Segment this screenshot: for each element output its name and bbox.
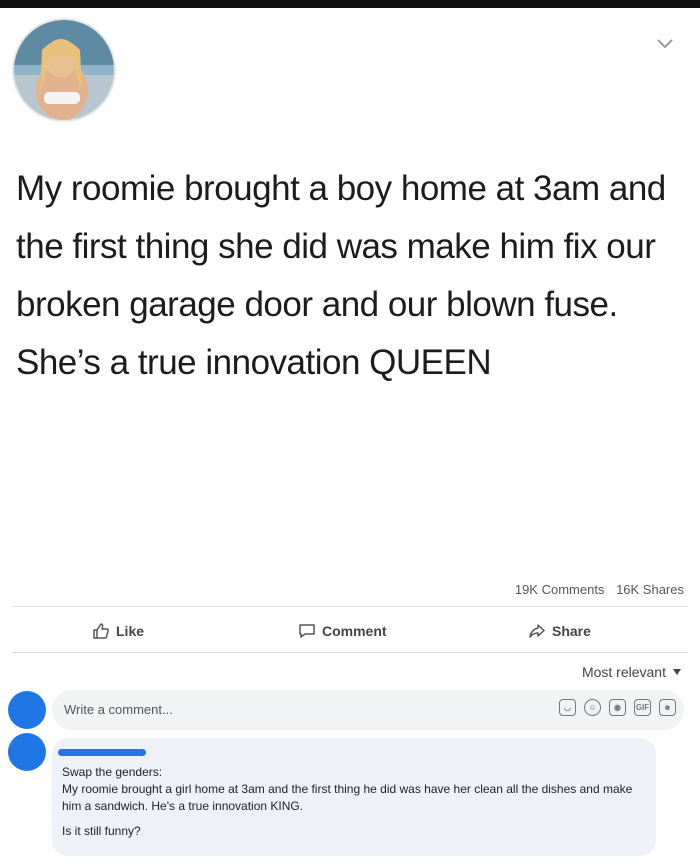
divider [12,652,688,653]
avatar[interactable] [8,691,46,729]
thumbs-up-icon [93,623,109,639]
chevron-down-icon[interactable] [656,38,674,50]
share-button[interactable]: Share [528,622,591,640]
like-label: Like [116,623,145,639]
avatar[interactable] [8,733,46,771]
divider [12,606,688,607]
share-label: Share [552,623,591,639]
top-bar [0,0,700,8]
shares-count[interactable]: 16K Shares [616,582,684,597]
comment-icon [299,624,315,638]
comment-bubble: Swap the genders: My roomie brought a gi… [52,738,656,856]
sort-label: Most relevant [581,664,666,680]
profile-photo [14,20,114,120]
comment-text: Swap the genders: My roomie brought a gi… [62,764,646,840]
camera-icon[interactable]: ◉ [609,699,626,716]
caret-down-icon [673,669,681,675]
comment-input-placeholder: Write a comment... [64,702,173,717]
sticker-icon[interactable]: ◡ [559,699,576,716]
commenter-name[interactable] [58,749,146,756]
post-text: My roomie brought a boy home at 3am and … [16,169,666,382]
engagement-counts: 19K Comments 16K Shares [515,582,684,597]
emoji-icon[interactable]: ☺ [584,699,601,716]
gif-icon[interactable]: GIF [634,699,651,716]
sort-dropdown[interactable]: Most relevant [582,664,682,680]
comment-label: Comment [322,623,387,639]
avatar[interactable] [12,18,116,122]
comment-line: Is it still funny? [62,824,141,838]
comment-line: Swap the genders: [62,765,163,779]
composer-icons: ◡ ☺ ◉ GIF ☻ [559,699,676,716]
like-button[interactable]: Like [92,622,144,640]
comment-button[interactable]: Comment [298,622,387,640]
stickers-icon[interactable]: ☻ [659,699,676,716]
comment-line: My roomie brought a girl home at 3am and… [62,782,633,813]
comment-input[interactable]: Write a comment... ◡ ☺ ◉ GIF ☻ [52,690,684,730]
share-icon [529,624,545,638]
comments-count[interactable]: 19K Comments [515,582,605,597]
